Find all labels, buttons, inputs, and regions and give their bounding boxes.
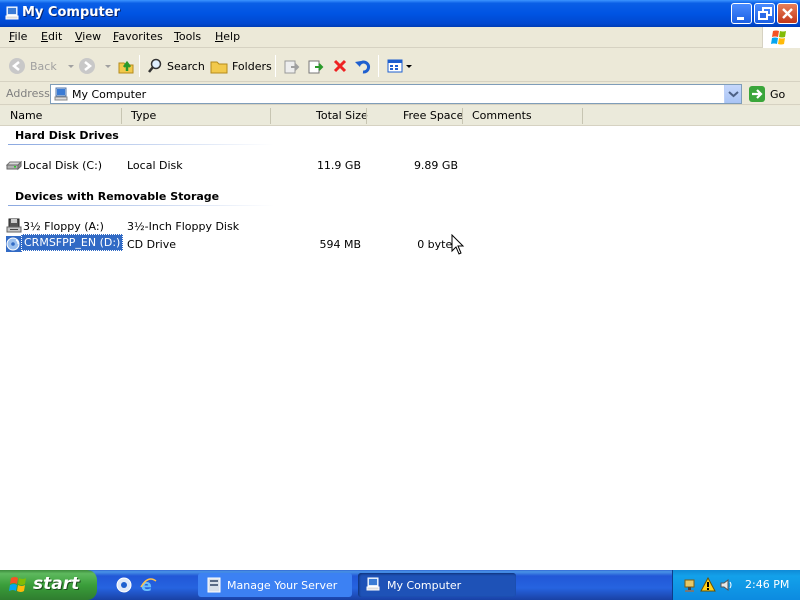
chevron-down-icon (728, 91, 739, 98)
windows-logo-icon (762, 27, 800, 48)
column-header-free-space[interactable]: Free Space (403, 109, 463, 122)
group-header-removable-storage: Devices with Removable Storage (15, 190, 220, 203)
menu-edit[interactable]: Edit (41, 30, 62, 43)
hard-disk-icon (5, 157, 23, 176)
search-icon (148, 58, 162, 73)
close-button[interactable] (777, 3, 798, 24)
column-header-name[interactable]: Name (10, 109, 42, 122)
copy-to-button[interactable] (307, 55, 325, 77)
go-button[interactable]: Go (748, 85, 785, 103)
my-computer-icon (54, 87, 68, 104)
taskbar-button-manage-your-server[interactable]: Manage Your Server (198, 573, 352, 597)
taskbar-button-my-computer[interactable]: My Computer (358, 573, 516, 597)
toolbar-separator (275, 55, 276, 77)
views-icon (387, 59, 403, 73)
window-title: My Computer (22, 5, 120, 20)
mouse-cursor-icon (451, 233, 465, 259)
drive-type: Local Disk (127, 159, 183, 172)
volume-icon[interactable] (719, 577, 735, 596)
drive-row-cd-d[interactable]: CRMSFPP_EN (D:) CD Drive 594 MB 0 bytes (0, 234, 800, 255)
start-button[interactable]: start (0, 570, 97, 600)
clock[interactable]: 2:46 PM (745, 578, 789, 591)
toolbar: Back Search Folders (0, 49, 800, 82)
go-arrow-icon (749, 86, 765, 102)
system-tray: 2:46 PM (672, 570, 800, 600)
delete-icon (333, 59, 347, 73)
group-divider (8, 205, 274, 206)
toolbar-separator (378, 55, 379, 77)
move-to-icon (284, 60, 300, 74)
security-alert-icon[interactable] (700, 576, 716, 596)
drive-type: CD Drive (127, 238, 176, 251)
minimize-button[interactable] (731, 3, 752, 24)
address-value: My Computer (72, 88, 147, 101)
drive-free-space: 0 bytes (417, 238, 458, 251)
chevron-down-icon (105, 65, 111, 68)
column-divider[interactable] (366, 108, 367, 124)
back-arrow-icon (9, 58, 25, 74)
file-list-view[interactable]: Name Type Total Size Free Space Comments… (0, 106, 800, 570)
views-button[interactable] (386, 55, 414, 77)
address-label: Address (6, 87, 50, 100)
menu-tools[interactable]: Tools (174, 30, 201, 43)
move-to-button[interactable] (283, 55, 301, 77)
quick-launch-server-icon[interactable] (115, 576, 133, 597)
column-divider[interactable] (582, 108, 583, 124)
taskbar: start e Manage Your Server My Computer 2… (0, 570, 800, 600)
column-header-type[interactable]: Type (131, 109, 156, 122)
drive-type: 3½-Inch Floppy Disk (127, 220, 240, 233)
drive-free-space: 9.89 GB (413, 159, 458, 172)
column-header-comments[interactable]: Comments (472, 109, 532, 122)
column-divider[interactable] (270, 108, 271, 124)
group-divider (8, 144, 274, 145)
menu-file[interactable]: File (9, 30, 27, 43)
drive-name[interactable]: 3½ Floppy (A:) (23, 220, 104, 233)
start-label: start (33, 574, 80, 594)
my-computer-icon (366, 577, 380, 591)
toolbar-separator (139, 55, 140, 77)
up-folder-icon (118, 60, 134, 74)
menu-bar: File Edit View Favorites Tools Help (0, 27, 800, 48)
cd-drive-icon (6, 236, 22, 255)
menu-help[interactable]: Help (215, 30, 240, 43)
copy-to-icon (308, 60, 324, 74)
column-divider[interactable] (462, 108, 463, 124)
menu-favorites[interactable]: Favorites (113, 30, 163, 43)
folders-icon (210, 61, 228, 74)
column-divider[interactable] (121, 108, 122, 124)
menu-view[interactable]: View (75, 30, 101, 43)
delete-button[interactable] (331, 55, 349, 77)
group-header-hard-disk-drives: Hard Disk Drives (15, 129, 119, 142)
folders-button[interactable]: Folders (210, 55, 272, 77)
windows-flag-icon (9, 576, 29, 597)
chevron-down-icon (406, 65, 412, 68)
restore-button[interactable] (754, 3, 775, 24)
undo-button[interactable] (354, 55, 372, 77)
drive-total-size: 11.9 GB (316, 159, 361, 172)
network-icon[interactable] (683, 577, 699, 596)
up-folder-button[interactable] (117, 55, 135, 77)
forward-button[interactable] (78, 55, 114, 77)
back-button[interactable]: Back (8, 55, 77, 77)
drive-total-size: 594 MB (319, 238, 361, 251)
selected-drive-label: CRMSFPP_EN (D:) (21, 234, 124, 251)
forward-arrow-icon (79, 58, 95, 74)
search-button[interactable]: Search (147, 55, 205, 77)
title-bar[interactable]: My Computer (0, 0, 800, 27)
chevron-down-icon (67, 65, 74, 68)
address-bar: Address My Computer Go (0, 83, 800, 105)
internet-explorer-icon[interactable]: e (139, 576, 157, 597)
server-icon (207, 577, 221, 593)
column-headers: Name Type Total Size Free Space Comments (0, 106, 800, 126)
column-header-total-size[interactable]: Total Size (316, 109, 368, 122)
undo-icon (355, 60, 371, 74)
drive-row-local-disk-c[interactable]: Local Disk (C:) Local Disk 11.9 GB 9.89 … (0, 157, 800, 175)
drive-name[interactable]: Local Disk (C:) (23, 159, 102, 172)
floppy-drive-icon (6, 218, 22, 237)
drive-name[interactable]: CRMSFPP_EN (D:) (21, 234, 124, 251)
my-computer-icon (5, 6, 19, 20)
address-dropdown-button[interactable] (724, 85, 741, 103)
address-input[interactable]: My Computer (50, 84, 742, 104)
